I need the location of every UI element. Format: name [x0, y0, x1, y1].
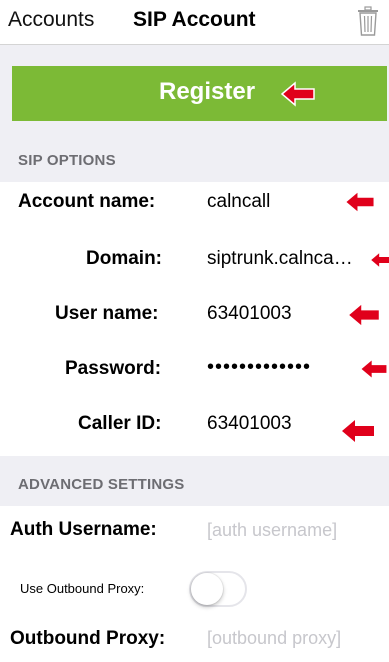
trash-icon[interactable] — [357, 6, 379, 36]
domain-label: Domain: — [86, 248, 162, 269]
toggle-knob — [191, 573, 223, 605]
page-title: SIP Account — [133, 8, 256, 31]
outbound-proxy-label: Outbound Proxy: — [10, 628, 166, 649]
auth-username-input[interactable]: [auth username] — [207, 520, 337, 541]
section-title: SIP OPTIONS — [18, 152, 116, 169]
use-outbound-proxy-label: Use Outbound Proxy: — [20, 581, 145, 596]
password-value[interactable]: ••••••••••••• — [207, 356, 372, 379]
left-arrow-icon — [349, 304, 379, 326]
account-name-label: Account name: — [18, 191, 156, 212]
caller-id-value[interactable]: 63401003 — [207, 413, 337, 435]
back-button-accounts[interactable]: Accounts — [8, 8, 94, 32]
user-name-value[interactable]: 63401003 — [207, 303, 337, 325]
caller-id-label: Caller ID: — [78, 413, 162, 434]
register-label: Register — [159, 78, 256, 105]
section-header-advanced-settings: ADVANCED SETTINGS — [0, 456, 389, 506]
left-arrow-icon — [346, 192, 374, 212]
left-arrow-icon — [280, 81, 315, 107]
account-name-value[interactable]: calncall — [207, 191, 337, 213]
auth-username-label: Auth Username: — [10, 519, 157, 540]
user-name-label: User name: — [55, 303, 159, 324]
left-arrow-icon — [361, 360, 387, 378]
password-label: Password: — [65, 358, 162, 379]
left-arrow-icon — [342, 420, 374, 442]
outbound-proxy-input[interactable]: [outbound proxy] — [207, 628, 341, 649]
outbound-proxy-toggle[interactable] — [189, 571, 247, 607]
section-title: ADVANCED SETTINGS — [18, 476, 185, 493]
register-button[interactable]: Register — [12, 66, 387, 121]
left-arrow-icon — [371, 253, 389, 267]
navigation-bar: Accounts SIP Account — [0, 0, 389, 45]
section-header-sip-options: SIP OPTIONS — [0, 132, 389, 182]
sip-options-panel: Account name: calncall Domain: siptrunk.… — [0, 182, 389, 456]
domain-value[interactable]: siptrunk.calnca… — [207, 248, 379, 270]
